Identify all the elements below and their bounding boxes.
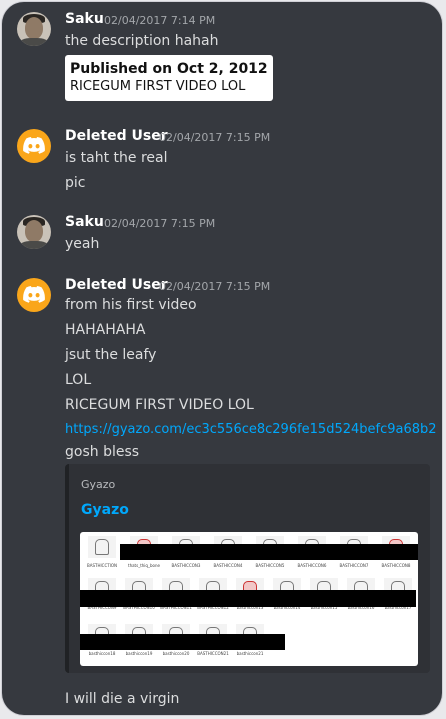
- image-text-line: RICEGUM FIRST VIDEO LOL: [70, 79, 246, 94]
- avatar-deleted-user[interactable]: [17, 278, 51, 312]
- timestamp: 02/04/2017 7:15 PM: [159, 131, 271, 144]
- thumbnail-caption: BASTHICCON4: [213, 563, 243, 568]
- username[interactable]: Saku: [65, 11, 104, 27]
- timestamp: 02/04/2017 7:14 PM: [104, 14, 216, 27]
- embed-title-link[interactable]: Gyazo: [81, 502, 129, 518]
- thumbnail-caption: basthiccon21: [236, 651, 264, 656]
- gyazo-link[interactable]: https://gyazo.com/ec3c556ce8c296fe15d524…: [65, 422, 437, 437]
- avatar-saku[interactable]: [17, 12, 51, 46]
- username[interactable]: Deleted User: [65, 277, 168, 293]
- timestamp: 02/04/2017 7:15 PM: [159, 280, 271, 293]
- message-text: from his first video: [65, 297, 197, 313]
- thumbnail-image-0-0: [88, 536, 116, 558]
- thumbnail-caption: basthiccon20: [162, 651, 190, 656]
- chat-window: Saku 02/04/2017 7:14 PM the description …: [2, 2, 442, 715]
- message-text: the description hahah: [65, 33, 219, 49]
- thumbnail-caption: BASTHICCON6: [297, 563, 327, 568]
- attached-image[interactable]: Published on Oct 2, 2012 RICEGUM FIRST V…: [65, 55, 273, 101]
- avatar-saku[interactable]: [17, 215, 51, 249]
- message-text: HAHAHAHA: [65, 322, 146, 338]
- thumbnail-caption: BASTHICCON21: [197, 651, 229, 656]
- thumbnail-caption: BASTHICCON8: [381, 563, 411, 568]
- redaction-bar: [80, 590, 416, 607]
- discord-logo-icon: [23, 137, 45, 154]
- link-embed: Gyazo Gyazo BASTHICCTION thats_thiq_boner…: [65, 464, 430, 673]
- thumbnail-caption: thats_thiq_boner: [128, 563, 160, 568]
- message-text: I will die a virgin: [65, 691, 180, 707]
- embed-thumbnail[interactable]: BASTHICCTION thats_thiq_boner BASTHICCON3 B…: [80, 532, 418, 666]
- thumbnail-caption: BASTHICCON7: [339, 563, 369, 568]
- discord-logo-icon: [23, 286, 45, 303]
- message-text: RICEGUM FIRST VIDEO LOL: [65, 397, 254, 413]
- thumbnail-caption: BASTHICCON3: [171, 563, 201, 568]
- avatar-deleted-user[interactable]: [17, 129, 51, 163]
- message-text: LOL: [65, 372, 92, 388]
- thumbnail-caption: basthiccon19: [125, 651, 153, 656]
- message-text: is taht the real: [65, 150, 168, 166]
- message-text: gosh bless: [65, 444, 140, 460]
- thumbnail-caption: basthiccon18: [88, 651, 116, 656]
- image-text-line: Published on Oct 2, 2012: [70, 61, 268, 77]
- timestamp: 02/04/2017 7:15 PM: [104, 217, 216, 230]
- thumbnail-caption: BASTHICCTION: [87, 563, 117, 568]
- message-text: jsut the leafy: [65, 347, 157, 363]
- username[interactable]: Saku: [65, 214, 104, 230]
- redaction-bar: [120, 544, 418, 560]
- message-text: yeah: [65, 236, 100, 252]
- embed-provider: Gyazo: [81, 478, 116, 491]
- message-text: pic: [65, 175, 86, 191]
- thumbnail-caption: BASTHICCON5: [255, 563, 285, 568]
- redaction-bar: [80, 634, 285, 650]
- username[interactable]: Deleted User: [65, 128, 168, 144]
